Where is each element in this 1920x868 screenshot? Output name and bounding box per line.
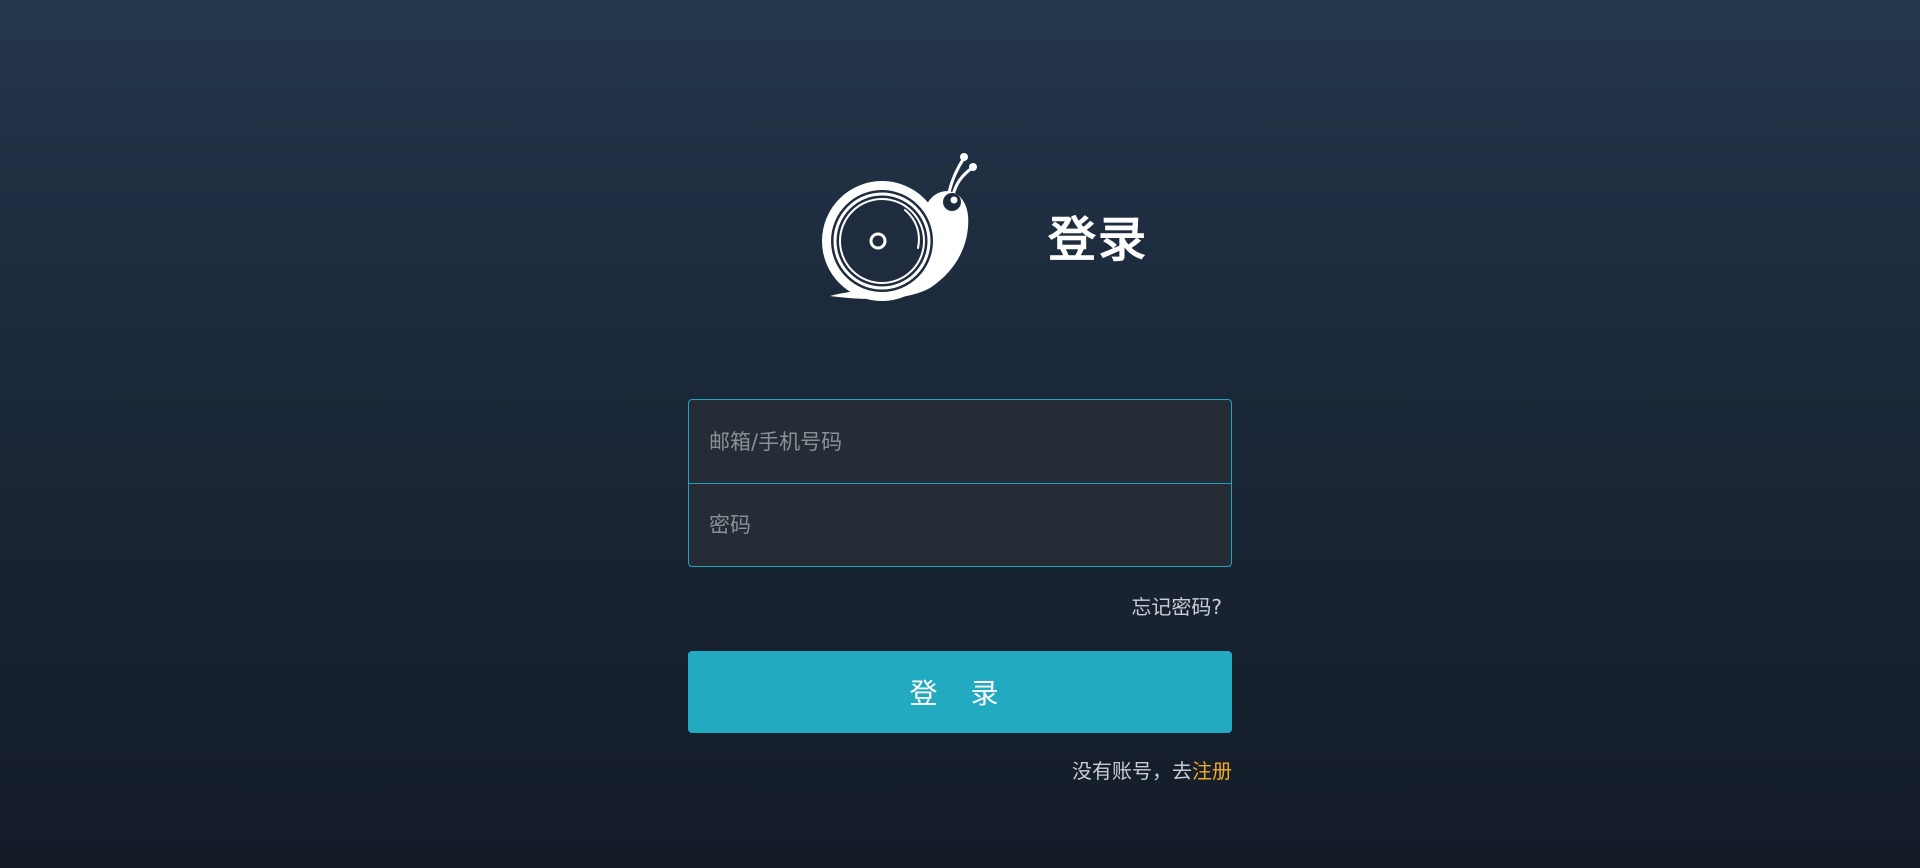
page-title: 登录	[1048, 212, 1149, 268]
login-form: 忘记密码? 登 录 没有账号，去注册	[688, 399, 1232, 784]
register-row: 没有账号，去注册	[688, 755, 1232, 784]
input-group	[688, 399, 1232, 567]
forgot-password-link[interactable]: 忘记密码?	[1131, 591, 1222, 620]
login-header: 登录	[820, 150, 1150, 305]
forgot-password-row: 忘记密码?	[688, 567, 1232, 643]
password-input[interactable]	[709, 505, 1211, 545]
account-input[interactable]	[709, 421, 1211, 462]
snail-logo-icon	[820, 150, 980, 305]
login-button[interactable]: 登 录	[688, 651, 1232, 733]
account-row	[689, 400, 1231, 483]
register-prompt: 没有账号，去	[1072, 759, 1192, 783]
register-link[interactable]: 注册	[1192, 759, 1232, 783]
password-row	[689, 483, 1231, 566]
